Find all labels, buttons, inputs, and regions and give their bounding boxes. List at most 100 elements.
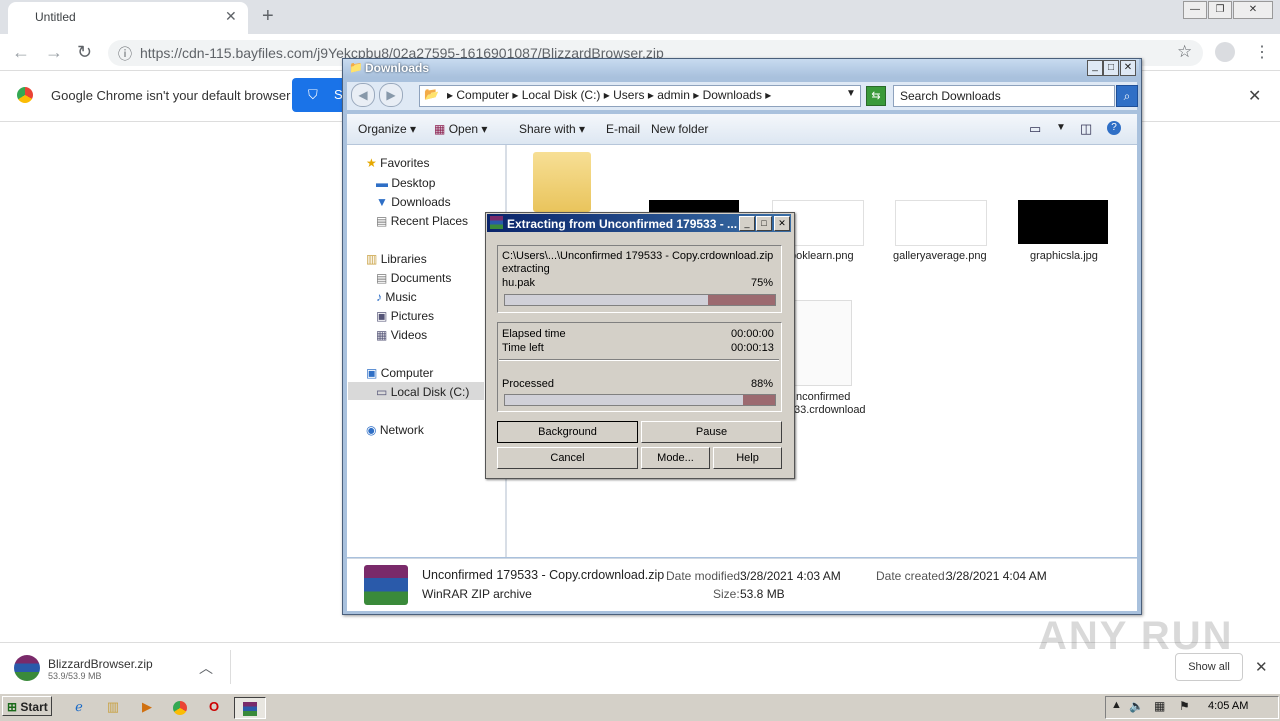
view-dropdown-icon[interactable]: ▼ [1056,122,1066,133]
clock[interactable]: 4:05 AM [1208,700,1248,712]
nav-recent-places[interactable]: ▤ Recent Places [376,214,468,228]
winrar-maximize-icon[interactable]: □ [756,216,772,231]
breadcrumb-admin[interactable]: admin [657,88,690,102]
opera-icon[interactable]: O [203,697,225,717]
nav-pictures[interactable]: ▣ Pictures [376,309,434,323]
internet-explorer-icon[interactable]: ℯ [68,697,90,717]
details-created-value: 3/28/2021 4:04 AM [946,569,1047,583]
nav-music[interactable]: ♪ Music [376,290,417,304]
breadcrumb-separator: ▸ [765,88,772,102]
nav-videos[interactable]: ▦ Videos [376,328,427,342]
explorer-forward-icon[interactable]: ▶ [379,83,403,107]
details-modified-value: 3/28/2021 4:03 AM [740,569,841,583]
shelf-close-icon[interactable]: ✕ [1255,658,1268,676]
file-document-icon[interactable] [794,300,852,386]
nav-favorites[interactable]: ★ Favorites [366,156,429,170]
action-center-flag-icon[interactable]: ⚑ [1179,699,1190,713]
tray-expand-icon[interactable]: ▲ [1111,699,1122,711]
processed-percent: 88% [751,378,774,390]
nav-desktop[interactable]: ▬ Desktop [376,176,435,190]
file-thumbnail[interactable] [895,200,987,246]
winrar-close-icon[interactable]: ✕ [774,216,790,231]
start-label: Start [20,700,48,714]
volume-icon[interactable]: 🔈 [1129,699,1144,713]
breadcrumb-downloads[interactable]: Downloads [703,88,762,102]
open-menu[interactable]: ▦ Open ▾ [434,122,487,136]
menu-dots-icon[interactable]: ⋮ [1254,42,1270,62]
file-name[interactable]: ooklearn.png [790,250,854,262]
details-size-value: 53.8 MB [740,587,785,601]
infobar-close-icon[interactable]: ✕ [1248,86,1261,106]
file-progress-fill [707,295,775,305]
chevron-down-icon: ▾ [481,122,488,136]
breadcrumb-users[interactable]: Users [613,88,644,102]
minimize-icon[interactable]: — [1183,1,1207,19]
start-button[interactable]: ⊞ Start [2,696,52,716]
address-dropdown-icon[interactable]: ▼ [846,88,856,99]
breadcrumb-separator: ▸ [447,88,457,102]
cancel-button[interactable]: Cancel [497,447,638,469]
file-name[interactable]: graphicsla.jpg [1030,250,1098,262]
mode-button[interactable]: Mode... [641,447,710,469]
explorer-minimize-icon[interactable]: _ [1087,60,1103,76]
back-icon[interactable]: ← [12,42,30,63]
download-file-name[interactable]: BlizzardBrowser.zip [48,657,153,671]
email-button[interactable]: E-mail [606,122,640,136]
winrar-archive-icon [364,565,408,605]
nav-network-label: Network [379,423,424,437]
breadcrumb-computer[interactable]: Computer [456,88,509,102]
new-tab-icon[interactable]: + [262,5,274,28]
nav-downloads[interactable]: ▼ Downloads [376,195,451,209]
download-file-icon[interactable] [14,655,40,681]
nav-libraries[interactable]: ▥ Libraries [366,252,427,266]
nav-network[interactable]: ◉ Network [366,423,424,437]
nav-local-disk[interactable]: ▭ Local Disk (C:) [376,385,469,399]
reload-icon[interactable]: ↻ [77,42,92,63]
pause-button[interactable]: Pause [641,421,782,443]
processed-label: Processed [502,378,554,390]
nav-documents-label: Documents [390,271,452,285]
nav-computer[interactable]: ▣ Computer [366,366,433,380]
breadcrumb-local-disk[interactable]: Local Disk (C:) [522,88,601,102]
close-window-icon[interactable]: ✕ [1233,1,1273,19]
profile-avatar[interactable] [1215,42,1235,62]
download-options-chevron-icon[interactable]: ︿ [199,658,213,678]
network-tray-icon[interactable]: ▦ [1154,699,1165,713]
shield-icon: ⛉ [308,87,318,102]
share-with-menu[interactable]: Share with ▾ [519,122,585,136]
restore-icon[interactable]: ❐ [1208,1,1232,19]
pictures-icon: ▣ [376,309,388,323]
download-file-size: 53.9/53.9 MB [48,671,102,681]
forward-icon[interactable]: → [45,42,63,63]
winrar-taskbar-icon[interactable] [234,697,266,719]
folder-thumbnail-icon[interactable] [533,152,591,212]
file-thumbnail[interactable] [649,200,739,212]
preview-pane-icon[interactable]: ◫ [1080,121,1092,137]
explorer-taskbar-icon[interactable]: ▥ [102,697,124,717]
breadcrumb-separator: ▸ [512,88,522,102]
new-folder-button[interactable]: New folder [651,122,708,136]
chrome-taskbar-icon[interactable] [169,697,191,717]
libraries-icon: ▥ [366,252,378,266]
organize-menu[interactable]: Organize ▾ [358,122,416,136]
tab-close-icon[interactable]: ✕ [225,8,237,25]
background-button[interactable]: Background [497,421,638,443]
file-name[interactable]: galleryaverage.png [893,250,987,262]
explorer-maximize-icon[interactable]: □ [1103,60,1119,76]
search-icon[interactable]: ⌕ [1116,85,1138,107]
file-name[interactable]: 33.crdownload [794,404,866,416]
refresh-icon[interactable]: ⇆ [866,86,886,106]
nav-documents[interactable]: ▤ Documents [376,271,451,285]
view-options-icon[interactable]: ▭ [1029,121,1041,137]
bookmark-star-icon[interactable]: ☆ [1177,42,1192,62]
info-icon[interactable]: ⓘ [118,44,132,64]
explorer-back-icon[interactable]: ◀ [351,83,375,107]
file-name[interactable]: nconfirmed [796,391,850,403]
explorer-close-icon[interactable]: ✕ [1120,60,1136,76]
media-player-icon[interactable]: ▶ [136,697,158,717]
help-icon[interactable]: ? [1107,121,1121,135]
help-button[interactable]: Help [713,447,782,469]
file-thumbnail[interactable] [1018,200,1108,244]
winrar-minimize-icon[interactable]: _ [739,216,755,231]
winrar-icon [490,216,503,229]
